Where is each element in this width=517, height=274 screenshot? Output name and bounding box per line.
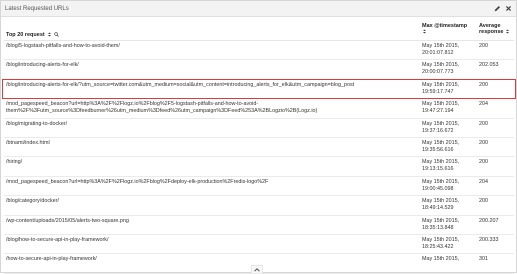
request-url: /mod_pagespeed_beacon?url=http%3A%2F%2Fl…	[6, 178, 269, 185]
timestamp-time: 18:35:13.848	[422, 224, 454, 231]
timestamp-date: May 15th 2015,	[422, 178, 460, 185]
timestamp-date: May 15th 2015,	[422, 159, 460, 166]
response-cell: 204	[479, 101, 488, 108]
latest-urls-panel: Latest Requested URLs Top 20 request Max…	[0, 0, 517, 274]
panel-title: Latest Requested URLs	[5, 5, 69, 12]
request-url: /btnami/index.html	[6, 139, 50, 146]
request-url: /hiring/	[6, 159, 23, 166]
panel-controls	[494, 5, 512, 12]
table-row[interactable]: /blog/migrating-to-docker/May 15th 2015,…	[4, 119, 514, 138]
table-row[interactable]: /hiring/May 15th 2015, 19:13:15.616 200	[4, 157, 514, 177]
response-cell: 200	[479, 81, 488, 88]
response-cell: 200	[479, 43, 488, 49]
column-header-request-label: Top 20 request	[6, 32, 45, 38]
response-cell: 200	[479, 120, 488, 127]
timestamp-time: 20:01:07.812	[422, 50, 454, 56]
request-url-cell[interactable]: /hiring/	[6, 159, 416, 166]
response-cell: 204	[479, 178, 488, 185]
request-url-cell[interactable]: /blog/introducing-alerts-for-elk/?utm_so…	[6, 82, 416, 89]
timestamp-time: 20:00:07.773	[422, 69, 454, 76]
sort-icon[interactable]	[47, 32, 52, 37]
request-url: /blog/category/docker/	[6, 198, 60, 205]
sort-icon[interactable]	[505, 29, 510, 34]
request-url-cell[interactable]: /btnami/index.html	[6, 140, 416, 147]
pencil-icon[interactable]	[494, 5, 501, 12]
timestamp-time: 18:25:43.422	[422, 243, 454, 250]
column-header-timestamp[interactable]: Max @timestamp	[422, 23, 467, 35]
request-url: /wp-content/uploads/2015/05/alerts-two-s…	[6, 217, 129, 224]
request-url: /how-to-secure-api-in-play-framework/	[6, 256, 97, 263]
timestamp-time: 19:47:27.194	[422, 108, 454, 115]
search-icon[interactable]	[54, 32, 59, 37]
timestamp-date: May 15th 2015,	[422, 256, 460, 263]
request-url-cell[interactable]: /mod_pagespeed_beacon?url=http%3A%2F%2Fl…	[6, 101, 416, 115]
timestamp-time: 19:35:56.616	[422, 146, 454, 153]
urls-table: Top 20 request Max @timestamp Average re…	[2, 21, 516, 274]
column-header-timestamp-label: Max @timestamp	[422, 23, 468, 29]
table-row[interactable]: /blog/category/docker/May 15th 2015, 18:4…	[4, 196, 514, 216]
timestamp-date: May 15th 2015,	[422, 139, 460, 146]
column-header-response-label-2: response	[479, 29, 504, 35]
timestamp-date: May 15th 2015,	[422, 81, 460, 88]
timestamp-time: 19:59:17.747	[422, 88, 454, 95]
response-cell: 202.053	[479, 62, 499, 69]
request-url: /blog/introducing-alerts-for-elk/?utm_so…	[6, 81, 355, 88]
response-cell: 200	[479, 159, 488, 166]
table-row[interactable]: /mod_pagespeed_beacon?url=http%3A%2F%2Fl…	[4, 177, 514, 197]
table-row[interactable]: /blog/introducing-alerts-for-elk/May 15t…	[4, 60, 514, 80]
request-url-cell[interactable]: /wp-content/uploads/2015/05/alerts-two-s…	[6, 218, 416, 225]
table-row[interactable]: /blog/introducing-alerts-for-elk/?utm_so…	[2, 78, 516, 100]
response-cell: 200.207	[479, 217, 499, 224]
response-cell: 200	[479, 198, 488, 205]
response-cell: 200	[479, 139, 488, 146]
scroll-up-button[interactable]	[251, 265, 263, 273]
request-url-cell[interactable]: /blog/introducing-alerts-for-elk/	[6, 62, 416, 69]
request-url-cell[interactable]: /blog/how-to-secure-api-in-play-framewor…	[6, 237, 416, 244]
timestamp-time: 19:00:45.098	[422, 185, 454, 192]
panel-header: Latest Requested URLs	[1, 1, 516, 17]
table-row[interactable]: /mod_pagespeed_beacon?url=http%3A%2F%2Fl…	[4, 99, 514, 119]
close-icon[interactable]	[505, 5, 512, 12]
column-header-response[interactable]: Average response	[479, 23, 510, 35]
request-url: /mod_pagespeed_beacon?url=http%3A%2F%2Fl…	[6, 101, 259, 108]
request-url: /blog/introducing-alerts-for-elk/	[6, 62, 79, 69]
timestamp-date: May 15th 2015,	[422, 101, 460, 108]
request-url-cell[interactable]: /blog/migrating-to-docker/	[6, 121, 416, 128]
request-url-cell[interactable]: /how-to-secure-api-in-play-framework/	[6, 256, 416, 263]
request-url: /blog/how-to-secure-api-in-play-framewor…	[6, 236, 109, 243]
timestamp-date: May 15th 2015,	[422, 236, 460, 243]
timestamp-time: 18:49:14.529	[422, 205, 454, 212]
timestamp-date: May 15th 2015,	[422, 217, 460, 224]
response-cell: 301	[479, 256, 488, 263]
timestamp-date: May 15th 2015,	[422, 62, 460, 69]
request-url-cell[interactable]: /blog/category/docker/	[6, 198, 416, 205]
table-header: Top 20 request Max @timestamp Average re…	[4, 21, 514, 41]
request-url: /blog/5-logstash-pitfalls-and-how-to-avo…	[6, 43, 120, 49]
timestamp-date: May 15th 2015,	[422, 43, 460, 49]
table-row[interactable]: /blog/5-logstash-pitfalls-and-how-to-avo…	[4, 41, 514, 61]
column-header-request[interactable]: Top 20 request	[6, 32, 59, 38]
timestamp-time: 19:13:15.616	[422, 166, 454, 173]
timestamp-date: May 15th 2015,	[422, 120, 460, 127]
timestamp-date: May 15th 2015,	[422, 198, 460, 205]
timestamp-time: 19:37:16.672	[422, 127, 454, 134]
response-cell: 200.333	[479, 236, 499, 243]
sort-icon[interactable]	[422, 29, 427, 34]
request-url-continued: them%2F%3Futm_source%3Dfeedburner%26utm_…	[6, 108, 318, 115]
request-url: /blog/migrating-to-docker/	[6, 120, 68, 127]
table-body: /blog/5-logstash-pitfalls-and-how-to-avo…	[2, 41, 516, 274]
request-url-cell[interactable]: /mod_pagespeed_beacon?url=http%3A%2F%2Fl…	[6, 179, 416, 186]
table-row[interactable]: /blog/how-to-secure-api-in-play-framewor…	[4, 235, 514, 255]
table-row[interactable]: /wp-content/uploads/2015/05/alerts-two-s…	[4, 216, 514, 235]
table-row[interactable]: /btnami/index.html May 15th 2015, 19:35:56…	[4, 138, 514, 158]
request-url-cell[interactable]: /blog/5-logstash-pitfalls-and-how-to-avo…	[6, 43, 416, 50]
chevron-up-icon	[254, 267, 260, 272]
